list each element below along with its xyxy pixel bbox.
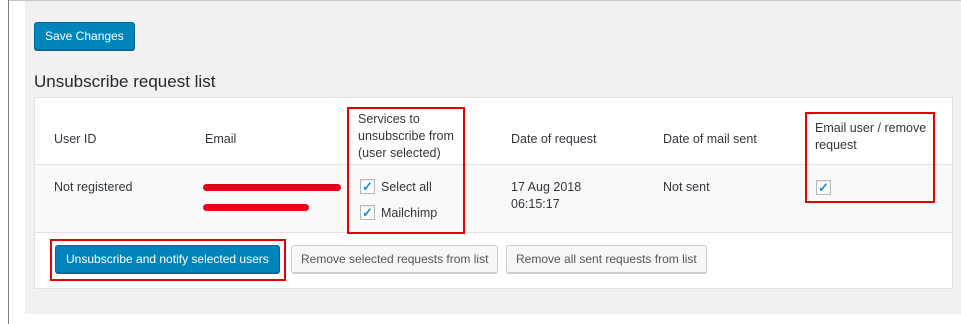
services-highlight-box bbox=[347, 107, 465, 234]
unsubscribe-button-highlight-box bbox=[50, 239, 286, 281]
top-border bbox=[8, 0, 961, 1]
date-of-request-time: 06:15:17 bbox=[511, 197, 560, 211]
cell-date-of-request: 17 Aug 2018 06:15:17 bbox=[511, 179, 581, 213]
cell-user-id: Not registered bbox=[54, 180, 133, 194]
cell-date-of-mail-sent: Not sent bbox=[663, 180, 710, 194]
remove-selected-button[interactable]: Remove selected requests from list bbox=[291, 245, 499, 273]
left-border bbox=[8, 0, 9, 324]
date-of-request-date: 17 Aug 2018 bbox=[511, 180, 582, 194]
header-email: Email bbox=[205, 132, 237, 146]
settings-page: Save Changes Unsubscribe request list Us… bbox=[0, 0, 961, 324]
header-date-of-request: Date of request bbox=[511, 132, 597, 146]
section-title: Unsubscribe request list bbox=[34, 72, 216, 91]
footer-divider bbox=[35, 232, 952, 233]
header-user-id: User ID bbox=[54, 132, 97, 146]
redacted-email-line-2 bbox=[203, 204, 309, 211]
remove-all-sent-button[interactable]: Remove all sent requests from list bbox=[506, 245, 707, 273]
email-remove-highlight-box bbox=[805, 112, 935, 203]
header-date-of-mail-sent: Date of mail sent bbox=[663, 132, 757, 146]
save-changes-button[interactable]: Save Changes bbox=[34, 22, 135, 50]
redacted-email-line-1 bbox=[203, 184, 341, 191]
